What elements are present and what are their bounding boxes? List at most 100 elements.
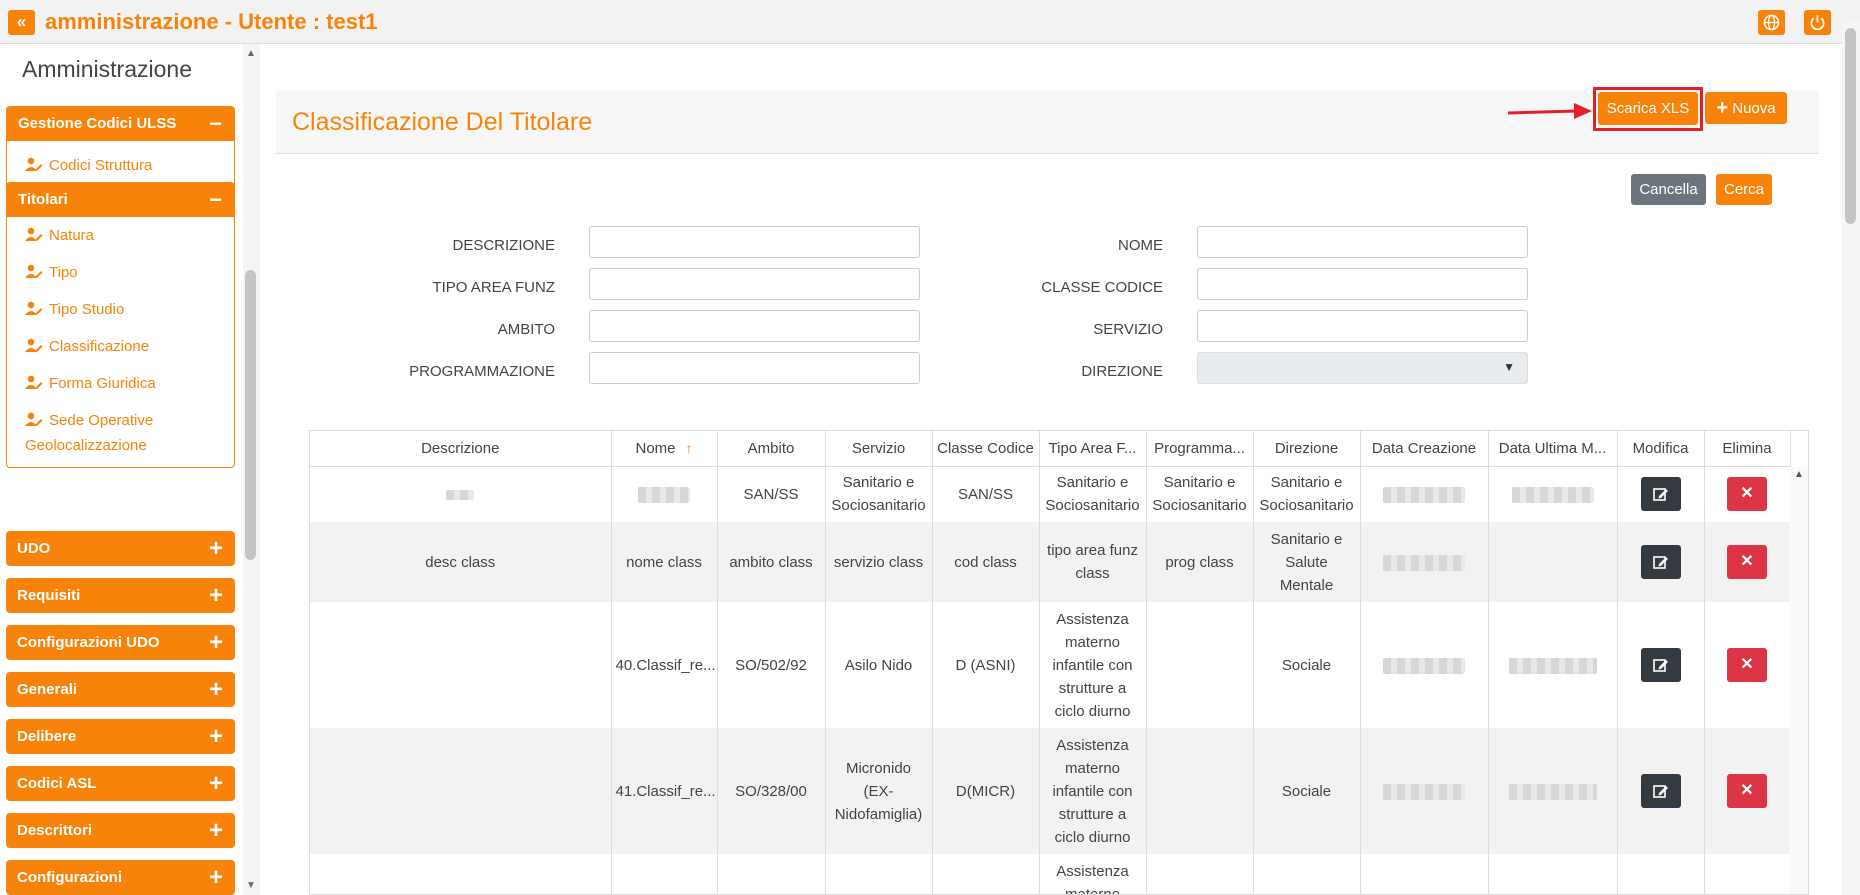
table-row[interactable]: Assistenza materno <box>310 854 1791 894</box>
edit-button[interactable] <box>1640 648 1681 682</box>
cell-prog <box>1146 728 1254 854</box>
col-data-creazione[interactable]: Data Creazione <box>1360 431 1489 467</box>
scroll-up-icon[interactable]: ▲ <box>246 48 256 59</box>
annotation-arrow-icon <box>1507 103 1592 119</box>
sidebar-group-configurazioni-udo[interactable]: Configurazioni UDO + <box>6 625 235 660</box>
cell-nome: 40.Classif_re... <box>611 602 718 728</box>
table-row[interactable]: 40.Classif_re... SO/502/92 Asilo Nido D … <box>310 602 1791 728</box>
table-row[interactable]: 41.Classif_re... SO/328/00 Micronido (EX… <box>310 728 1791 854</box>
table-scrollbar[interactable]: ▲ <box>1790 467 1808 894</box>
cell-tipo: Assistenza materno infantile con struttu… <box>1039 602 1147 728</box>
language-globe-icon[interactable] <box>1758 10 1785 35</box>
col-nome[interactable]: Nome ↑ <box>611 431 718 467</box>
sidebar-group-generali[interactable]: Generali + <box>6 672 235 707</box>
label-servizio: SERVIZIO <box>1093 321 1163 338</box>
sidebar-item-forma-giuridica[interactable]: Forma Giuridica <box>7 366 234 403</box>
sidebar-group-requisiti[interactable]: Requisiti + <box>6 578 235 613</box>
direzione-select[interactable]: ▼ <box>1197 352 1528 384</box>
programmazione-input[interactable] <box>589 352 920 384</box>
sidebar-group-delibere[interactable]: Delibere + <box>6 719 235 754</box>
col-servizio[interactable]: Servizio <box>825 431 933 467</box>
delete-button[interactable]: ✕ <box>1727 477 1767 512</box>
nome-input[interactable] <box>1197 226 1528 258</box>
plus-icon: + <box>1716 97 1729 119</box>
download-xls-button[interactable]: Scarica XLS <box>1598 92 1698 125</box>
edit-button[interactable] <box>1640 545 1681 579</box>
col-ambito[interactable]: Ambito <box>717 431 826 467</box>
classe-codice-input[interactable] <box>1197 268 1528 300</box>
search-button[interactable]: Cerca <box>1716 174 1772 205</box>
col-classe-codice[interactable]: Classe Codice <box>932 431 1040 467</box>
tipo-area-funz-input[interactable] <box>589 268 920 300</box>
edit-button[interactable] <box>1640 477 1681 512</box>
sidebar-group-titolari: Titolari − Natura Tipo Tipo Studio Class… <box>6 182 235 468</box>
col-tipo-area[interactable]: Tipo Area F... <box>1039 431 1147 467</box>
plus-icon[interactable]: + <box>209 578 223 613</box>
col-direzione[interactable]: Direzione <box>1253 431 1361 467</box>
sidebar-item-sede-operative[interactable]: Sede Operative Geolocalizzazione <box>7 403 234 463</box>
sidebar-group-codici-asl[interactable]: Codici ASL + <box>6 766 235 801</box>
user-edit-icon <box>25 226 43 249</box>
delete-button[interactable]: ✕ <box>1727 648 1767 682</box>
plus-icon[interactable]: + <box>209 860 223 895</box>
plus-icon[interactable]: + <box>209 813 223 848</box>
plus-icon[interactable]: + <box>209 672 223 707</box>
delete-button[interactable]: ✕ <box>1727 774 1767 808</box>
cell-data-creazione <box>1360 728 1489 854</box>
sidebar-item-classificazione[interactable]: Classificazione <box>7 329 234 366</box>
power-logout-icon[interactable] <box>1804 10 1831 35</box>
scroll-up-icon[interactable]: ▲ <box>1794 469 1804 480</box>
sidebar-scroll-thumb[interactable] <box>245 270 256 560</box>
label-classe-codice: CLASSE CODICE <box>1041 279 1163 296</box>
page-title: Classificazione Del Titolare <box>292 108 593 136</box>
cell-prog: prog class <box>1146 522 1254 602</box>
sort-asc-icon[interactable]: ↑ <box>686 440 693 456</box>
sidebar-item-tipo-studio[interactable]: Tipo Studio <box>7 292 234 329</box>
minus-icon[interactable]: − <box>209 183 222 217</box>
new-button[interactable]: + Nuova <box>1705 92 1787 124</box>
servizio-input[interactable] <box>1197 310 1528 342</box>
sidebar-group-label: Gestione Codici ULSS <box>18 115 177 132</box>
sidebar-scrollbar[interactable]: ▲ ▼ <box>243 44 260 895</box>
scroll-down-icon[interactable]: ▼ <box>246 880 256 891</box>
edit-button[interactable] <box>1640 774 1681 808</box>
sidebar-item-tipo[interactable]: Tipo <box>7 255 234 292</box>
col-data-ultima-modifica[interactable]: Data Ultima M... <box>1488 431 1618 467</box>
ambito-input[interactable] <box>589 310 920 342</box>
plus-icon[interactable]: + <box>209 719 223 754</box>
redacted-date <box>1383 657 1465 674</box>
collapse-sidebar-button[interactable]: « <box>8 10 35 35</box>
sidebar-group-configurazioni[interactable]: Configurazioni + <box>6 860 235 895</box>
table-row[interactable]: desc class nome class ambito class servi… <box>310 522 1791 602</box>
user-edit-icon <box>25 337 43 360</box>
cell-data-creazione <box>1360 466 1489 522</box>
cell-descrizione <box>310 728 612 854</box>
label-tipo-area-funz: TIPO AREA FUNZ <box>432 279 555 296</box>
plus-icon[interactable]: + <box>209 531 223 566</box>
label-nome: NOME <box>1118 237 1163 254</box>
sidebar-group-descrittori[interactable]: Descrittori + <box>6 813 235 848</box>
cancel-button[interactable]: Cancella <box>1631 174 1706 205</box>
minus-icon[interactable]: − <box>209 107 222 141</box>
sidebar-group-udo[interactable]: UDO + <box>6 531 235 566</box>
table-row[interactable]: SAN/SS Sanitario e Sociosanitario SAN/SS… <box>310 466 1791 522</box>
col-programmazione[interactable]: Programma... <box>1146 431 1254 467</box>
cell-servizio: Sanitario e Sociosanitario <box>825 466 933 522</box>
cell-prog <box>1146 854 1254 894</box>
page-scroll-thumb[interactable] <box>1845 28 1856 224</box>
cell-data-modifica <box>1488 522 1618 602</box>
col-descrizione[interactable]: Descrizione <box>310 431 612 467</box>
plus-icon[interactable]: + <box>209 625 223 660</box>
cell-descrizione <box>310 602 612 728</box>
sidebar-item-natura[interactable]: Natura <box>7 218 234 255</box>
descrizione-input[interactable] <box>589 226 920 258</box>
edit-icon <box>1652 556 1668 569</box>
plus-icon[interactable]: + <box>209 766 223 801</box>
sidebar-group-header[interactable]: Gestione Codici ULSS − <box>7 107 234 141</box>
cell-tipo: Assistenza materno <box>1039 854 1147 894</box>
cell-tipo: tipo area funz class <box>1039 522 1147 602</box>
cell-classe: D (ASNI) <box>932 602 1040 728</box>
page-scrollbar[interactable] <box>1842 22 1860 895</box>
sidebar-group-header[interactable]: Titolari − <box>7 183 234 217</box>
delete-button[interactable]: ✕ <box>1727 545 1767 579</box>
